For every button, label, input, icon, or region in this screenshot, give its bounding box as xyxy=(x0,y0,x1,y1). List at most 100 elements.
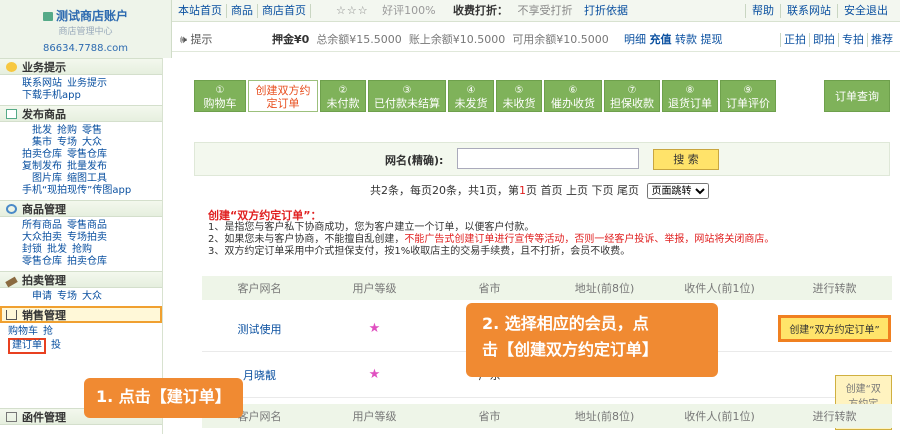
withdraw-link[interactable]: 提现 xyxy=(701,33,723,46)
sidebar-item-apply[interactable]: 申请 xyxy=(32,291,52,302)
step-create-order[interactable]: 创建双方约定订单 xyxy=(248,80,318,112)
sidebar-item-create-order[interactable]: 建订单 xyxy=(8,338,46,354)
sidebar-item-complaint[interactable]: 投 xyxy=(51,340,61,351)
page-jump-select[interactable]: 页面跳转 xyxy=(646,183,709,199)
sidebar-item-special-auction[interactable]: 专场拍卖 xyxy=(67,232,107,243)
notice-line-2: 2、如果您未与客户协商，不能擅自乱创建，不能广告式创建订单进行宣传等活动，否则一… xyxy=(208,234,775,245)
finance-links: 明细 充值 转款 提现 xyxy=(624,28,723,52)
level-star-icon: ★ xyxy=(368,367,381,382)
sidebar-item-retail[interactable]: 零售 xyxy=(82,125,102,136)
pagination: 共2条，每页20条，共1页，第1页 首页 上页 下页 尾页 页面跳转 xyxy=(370,182,709,200)
notice-line-3: 3、双方约定订单采用中介式担保支付，按1%收取店主的交易手续费，且不打折，会员不… xyxy=(208,246,631,257)
table-header: 客户网名 用户等级 省市 地址(前8位) 收件人(前1位) 进行转款 xyxy=(202,276,892,300)
step-paid-unsettled[interactable]: ③ 已付款未结算 xyxy=(368,80,446,112)
balance-book: 账上余额¥10.5000 xyxy=(408,33,506,46)
contact-link[interactable]: 联系网站 xyxy=(780,4,837,18)
auction-link-4[interactable]: 推荐 xyxy=(867,33,896,47)
step-returns[interactable]: ⑧ 退货订单 xyxy=(662,80,718,112)
shop-rating: ☆☆☆ 好评100% 收费打折： 不享受打折 打折依据 xyxy=(336,0,628,22)
search-input[interactable] xyxy=(457,148,639,169)
create-agreed-order-button[interactable]: 创建“双方约定订单” xyxy=(778,315,891,342)
sidebar-item-thumb-tool[interactable]: 缩图工具 xyxy=(67,173,107,184)
sidebar-item-retail-store[interactable]: 零售仓库 xyxy=(67,149,107,160)
section-product-mgmt[interactable]: 商品管理 xyxy=(0,200,162,217)
pager-text-a: 共2条，每页20条，共1页，第 xyxy=(370,184,519,197)
account-bar: 🕪 提示 押金¥0 总余额¥15.5000 账上余额¥10.5000 可用余额¥… xyxy=(172,28,900,52)
step-escrow[interactable]: ⑦ 担保收款 xyxy=(604,80,660,112)
step-unshipped[interactable]: ④ 未发货 xyxy=(448,80,494,112)
sidebar-item-auction-store[interactable]: 拍卖仓库 xyxy=(22,149,62,160)
section-publish[interactable]: 发布商品 xyxy=(0,105,162,122)
auction-link-2[interactable]: 即拍 xyxy=(809,33,838,47)
search-label: 网名(精确): xyxy=(385,154,444,167)
sidebar-item-download-app[interactable]: 下载手机app xyxy=(22,90,81,101)
sidebar-item-retail-products[interactable]: 零售商品 xyxy=(67,220,107,231)
top-nav: 本站首页 商品 商店首页 xyxy=(174,0,311,22)
step-review[interactable]: ⑨ 订单评价 xyxy=(720,80,776,112)
callout-step-2: 2. 选择相应的会员，点 击【创建双方约定订单】 xyxy=(466,303,718,377)
balance-avail: 可用余额¥10.5000 xyxy=(512,33,609,46)
sidebar-item-all-products[interactable]: 所有商品 xyxy=(22,220,62,231)
notice-line-1: 1、是指您与客户私下协商成功，您为客户建立一个订单，以便客户付款。 xyxy=(208,222,535,233)
top-right-nav: 帮助 联系网站 安全退出 xyxy=(745,0,894,22)
section-auction-mgmt[interactable]: 拍卖管理 xyxy=(0,271,162,288)
sidebar-item-cart[interactable]: 购物车 xyxy=(8,326,38,337)
logout-link[interactable]: 安全退出 xyxy=(837,4,894,18)
pager-text-b[interactable]: 页 首页 上页 下页 尾页 xyxy=(526,184,639,197)
nav-site-home[interactable]: 本站首页 xyxy=(174,4,227,18)
detail-link[interactable]: 明细 xyxy=(624,33,646,46)
col-address: 地址(前8位) xyxy=(574,282,635,295)
sidebar-item-wholesale[interactable]: 批发 xyxy=(32,125,52,136)
deposit: 押金¥0 xyxy=(272,33,310,46)
recharge-link[interactable]: 充值 xyxy=(650,33,672,46)
edit-icon xyxy=(6,109,17,119)
sidebar-item-market[interactable]: 集市 xyxy=(32,137,52,148)
sidebar-item-special[interactable]: 专场 xyxy=(57,137,77,148)
nav-products[interactable]: 商品 xyxy=(227,4,258,18)
tip-label: 🕪 提示 xyxy=(180,33,213,46)
cart-icon xyxy=(6,310,17,320)
col-level: 用户等级 xyxy=(352,282,397,295)
shop-name: 测试商店账户 xyxy=(55,9,128,23)
step-cart[interactable]: ① 购物车 xyxy=(194,80,246,112)
sidebar-item-auction-store2[interactable]: 拍卖仓库 xyxy=(67,256,107,267)
col-province: 省市 xyxy=(478,282,501,295)
help-link[interactable]: 帮助 xyxy=(745,4,780,18)
search-button[interactable]: 搜 索 xyxy=(653,149,719,170)
sidebar-item-flash3[interactable]: 抢 xyxy=(43,326,53,337)
col-username: 客户网名 xyxy=(237,282,282,295)
star-icon xyxy=(6,62,17,72)
sidebar-item-public-auction[interactable]: 大众拍卖 xyxy=(22,232,62,243)
sidebar-item-copy-publish[interactable]: 复制发布 xyxy=(22,161,62,172)
sidebar-item-contact[interactable]: 联系网站 xyxy=(22,78,62,89)
section-business-tips[interactable]: 业务提示 xyxy=(0,58,162,75)
sidebar-item-image-lib[interactable]: 图片库 xyxy=(32,173,62,184)
sidebar-item-special2[interactable]: 专场 xyxy=(57,291,77,302)
col-recipient: 收件人(前1位) xyxy=(684,282,755,295)
sidebar-item-flash2[interactable]: 抢购 xyxy=(72,244,92,255)
sales-mgmt-items: 购物车抢 建订单投 xyxy=(0,323,162,357)
discount-basis-link[interactable]: 打折依据 xyxy=(584,4,628,17)
order-query-button[interactable]: 订单查询 xyxy=(824,80,890,112)
auction-link-1[interactable]: 正拍 xyxy=(780,33,809,47)
shop-logo[interactable]: 测试商店账户 商店管理中心 86634.7788.com xyxy=(0,0,172,58)
sidebar-item-mobile-app[interactable]: 手机“现拍现传”传图app xyxy=(22,185,131,196)
account-balances: 押金¥0 总余额¥15.5000 账上余额¥10.5000 可用余额¥10.50… xyxy=(272,28,609,52)
step-unreceived[interactable]: ⑤ 未收货 xyxy=(496,80,542,112)
row-username[interactable]: 测试使用 xyxy=(202,321,317,337)
transfer-link[interactable]: 转款 xyxy=(675,33,697,46)
sidebar-item-tips[interactable]: 业务提示 xyxy=(67,78,107,89)
notice-title: 创建“双方约定订单”： xyxy=(208,209,322,222)
sidebar-item-public2[interactable]: 大众 xyxy=(82,291,102,302)
sidebar-item-wholesale2[interactable]: 批发 xyxy=(47,244,67,255)
sidebar-item-retail-store2[interactable]: 零售仓库 xyxy=(22,256,62,267)
step-urge-receipt[interactable]: ⑥ 催办收货 xyxy=(544,80,602,112)
sidebar-item-batch-publish[interactable]: 批量发布 xyxy=(67,161,107,172)
auction-link-3[interactable]: 专拍 xyxy=(838,33,867,47)
sidebar-item-flash[interactable]: 抢购 xyxy=(57,125,77,136)
sidebar-item-public[interactable]: 大众 xyxy=(82,137,102,148)
nav-shop-home[interactable]: 商店首页 xyxy=(258,4,311,18)
section-sales-mgmt[interactable]: 销售管理 xyxy=(0,306,162,323)
sidebar-item-lock[interactable]: 封锁 xyxy=(22,244,42,255)
step-unpaid[interactable]: ② 未付款 xyxy=(320,80,366,112)
